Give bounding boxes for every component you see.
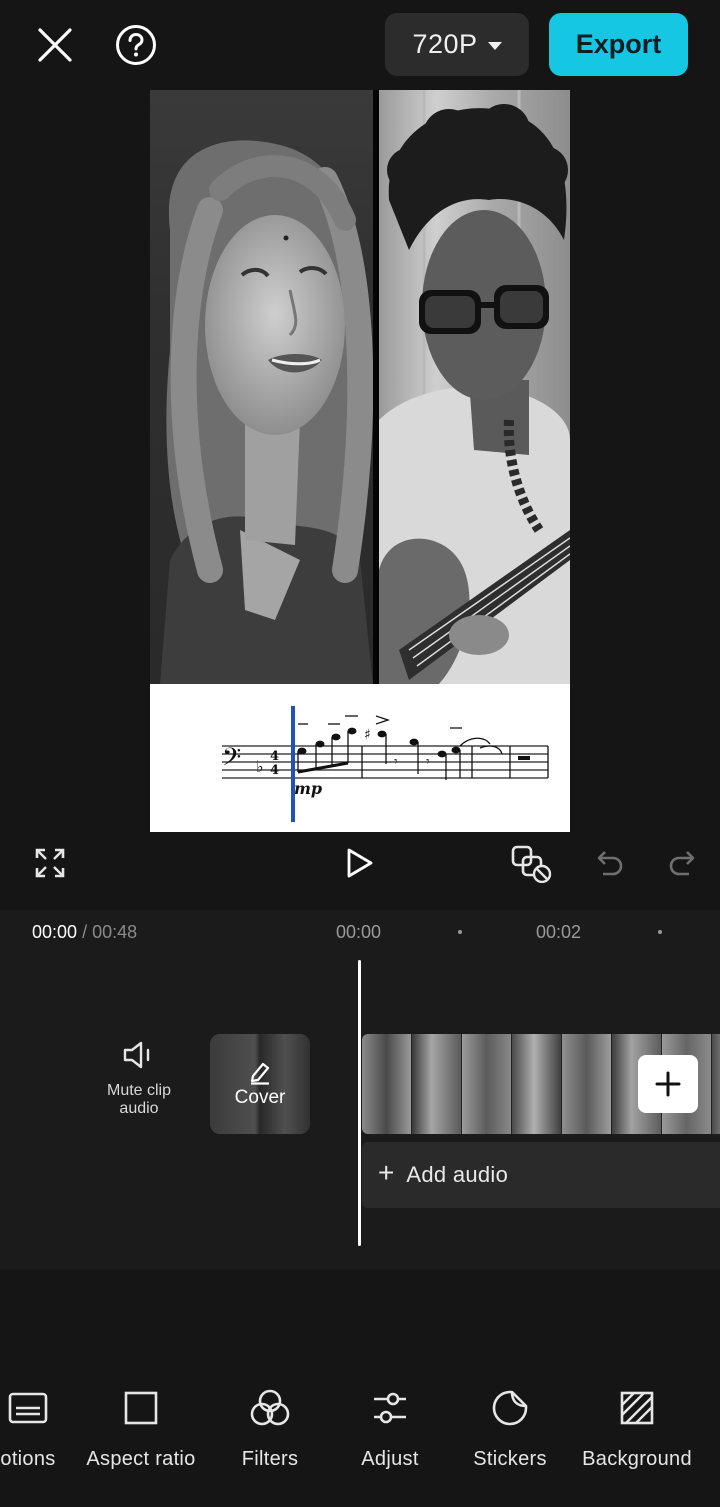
svg-text:♭: ♭ bbox=[256, 757, 264, 776]
aspect-ratio-icon bbox=[124, 1391, 158, 1425]
export-button[interactable]: Export bbox=[549, 13, 688, 76]
playhead[interactable] bbox=[358, 960, 361, 1246]
dynamic-marking: mp bbox=[294, 779, 322, 798]
pencil-icon bbox=[250, 1062, 270, 1085]
clip-frame bbox=[562, 1034, 612, 1134]
play-button[interactable] bbox=[340, 832, 380, 894]
svg-text:𝄢: 𝄢 bbox=[222, 743, 241, 778]
mute-label-line: audio bbox=[119, 1100, 159, 1117]
sheet-music-staff: 𝄢 ♭ 4 4 ♯ 𝄾 𝄾 mp bbox=[150, 684, 570, 832]
tool-stickers[interactable]: Stickers bbox=[460, 1380, 560, 1480]
speaker-icon bbox=[123, 1041, 150, 1069]
clip-frame bbox=[512, 1034, 562, 1134]
time-display: 00:00 / 00:48 bbox=[32, 922, 137, 943]
tool-captions[interactable]: otions bbox=[0, 1380, 68, 1480]
add-clip-button[interactable] bbox=[638, 1055, 698, 1113]
add-audio-track[interactable]: + Add audio bbox=[362, 1142, 720, 1208]
svg-text:4: 4 bbox=[270, 763, 279, 778]
mute-clip-audio-button[interactable]: Mute clip audio bbox=[96, 1040, 182, 1118]
video-preview[interactable]: 𝄢 ♭ 4 4 ♯ 𝄾 𝄾 mp bbox=[150, 90, 570, 832]
tool-label: Filters bbox=[241, 1448, 299, 1470]
tool-aspect-ratio[interactable]: Aspect ratio bbox=[76, 1380, 206, 1480]
cover-button[interactable]: Cover bbox=[210, 1034, 310, 1134]
tool-label: Stickers bbox=[473, 1448, 547, 1470]
singer-video-panel bbox=[150, 90, 373, 684]
video-frame bbox=[150, 90, 570, 684]
clip-frame bbox=[462, 1034, 512, 1134]
stickers-icon bbox=[492, 1390, 528, 1426]
clip-frame bbox=[362, 1034, 412, 1134]
add-audio-label: Add audio bbox=[406, 1162, 509, 1187]
redo-button[interactable] bbox=[662, 832, 702, 894]
svg-text:♯: ♯ bbox=[364, 727, 371, 743]
svg-text:4: 4 bbox=[270, 749, 279, 764]
tool-label: Aspect ratio bbox=[86, 1448, 196, 1470]
timeline-panel[interactable]: 00:00 / 00:48 00:00 00:02 Mute clip audi… bbox=[0, 910, 720, 1270]
video-editor-screen: 720P Export 𝄢 ♭ 4 4 ♯ 𝄾 𝄾 mp 00:00 / 00:… bbox=[0, 0, 720, 1507]
adjust-icon bbox=[374, 1392, 406, 1424]
current-time: 00:00 bbox=[32, 922, 78, 942]
fullscreen-button[interactable] bbox=[30, 832, 70, 894]
filters-icon bbox=[250, 1389, 290, 1426]
keyframe-button[interactable] bbox=[506, 832, 556, 894]
ruler-dot bbox=[658, 930, 662, 934]
guitarist-video-panel bbox=[379, 90, 570, 684]
tool-background[interactable]: Background bbox=[574, 1380, 700, 1480]
play-icon bbox=[347, 848, 373, 878]
score-playback-marker bbox=[291, 706, 295, 822]
tool-filters[interactable]: Filters bbox=[225, 1380, 315, 1480]
ruler-mark: 00:00 bbox=[336, 922, 382, 942]
captions-icon bbox=[8, 1392, 48, 1424]
undo-button[interactable] bbox=[590, 832, 630, 894]
mute-label-line: Mute clip bbox=[106, 1082, 172, 1099]
tool-adjust[interactable]: Adjust bbox=[345, 1380, 435, 1480]
cover-label: Cover bbox=[234, 1087, 286, 1108]
ruler-dot bbox=[458, 930, 462, 934]
clip-frame bbox=[412, 1034, 462, 1134]
fullscreen-icon bbox=[35, 848, 65, 878]
close-button[interactable] bbox=[30, 22, 80, 68]
preview-controls bbox=[0, 832, 720, 894]
caret-down-icon bbox=[487, 41, 502, 50]
tool-label: otions bbox=[0, 1448, 56, 1470]
clip-frame bbox=[712, 1034, 720, 1134]
close-icon bbox=[38, 28, 72, 62]
tool-label: Background bbox=[582, 1448, 692, 1470]
help-icon bbox=[116, 25, 156, 65]
resolution-dropdown[interactable]: 720P bbox=[385, 13, 529, 76]
redo-icon bbox=[669, 851, 695, 876]
plus-icon bbox=[655, 1071, 681, 1097]
mute-clip-label: Mute clip audio bbox=[107, 1082, 171, 1118]
bottom-toolbar: otions Aspect ratio Filters Adjust Stick… bbox=[0, 1380, 720, 1480]
top-bar: 720P Export bbox=[0, 0, 720, 90]
background-icon bbox=[620, 1391, 654, 1425]
plus-icon: + bbox=[378, 1157, 395, 1188]
resolution-label: 720P bbox=[412, 29, 478, 59]
svg-text:𝄾: 𝄾 bbox=[394, 754, 398, 770]
help-button[interactable] bbox=[112, 22, 160, 68]
undo-icon bbox=[597, 851, 623, 876]
keyframe-off-icon bbox=[511, 845, 552, 883]
total-duration: / 00:48 bbox=[82, 922, 138, 942]
svg-text:𝄾: 𝄾 bbox=[426, 754, 430, 770]
ruler-mark: 00:02 bbox=[536, 922, 582, 942]
tool-label: Adjust bbox=[361, 1448, 419, 1470]
